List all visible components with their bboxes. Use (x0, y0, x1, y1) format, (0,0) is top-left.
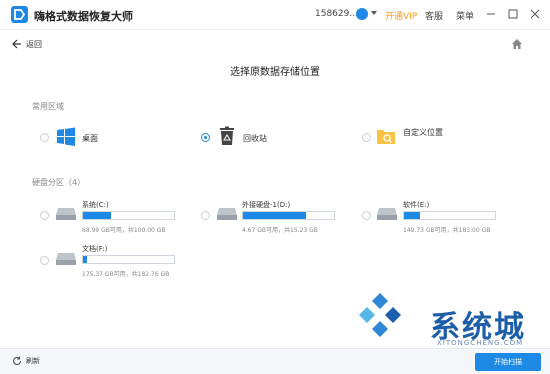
bottom-bar: 刷新 开始扫描 (0, 348, 550, 374)
home-icon[interactable] (511, 38, 523, 50)
vip-link[interactable]: 开通VIP (385, 9, 417, 22)
close-icon[interactable] (528, 7, 542, 21)
refresh-icon (13, 356, 22, 365)
radio-drive-f[interactable] (40, 256, 49, 265)
drive-info: 175.37 GB可用，共182.76 GB (82, 271, 170, 278)
maximize-icon[interactable] (506, 7, 520, 21)
title-bar: 嗨格式数据恢复大师 158629... 开通VIP 客服 菜单 (0, 0, 550, 30)
refresh-button[interactable]: 刷新 (12, 356, 40, 366)
drive-info: 68.99 GB可用，共100.00 GB (82, 227, 166, 234)
drive-name: 外接硬盘-1(D:) (242, 201, 291, 209)
location-label: 桌面 (82, 134, 98, 143)
chevron-down-icon[interactable] (371, 11, 377, 15)
drive-name: 文档(F:) (82, 245, 108, 253)
hard-drive-icon (56, 253, 76, 265)
start-scan-button[interactable]: 开始扫描 (475, 353, 541, 371)
drive-name: 系统(C:) (82, 201, 109, 209)
refresh-label: 刷新 (26, 357, 40, 365)
service-link[interactable]: 客服 (425, 9, 443, 22)
radio-custom[interactable] (362, 133, 371, 142)
drive-usage-bar (403, 211, 496, 220)
account-id[interactable]: 158629... (315, 9, 358, 19)
back-button[interactable]: 返回 (12, 38, 42, 50)
location-label: 回收站 (243, 134, 267, 143)
app-logo-icon (11, 6, 28, 23)
watermark-subtext: XITONGCHENG.COM (437, 339, 524, 347)
page-title: 选择原数据存储位置 (230, 67, 320, 78)
drive-usage-fill (243, 212, 306, 219)
radio-drive-d[interactable] (201, 211, 210, 220)
common-section-label: 常用区域 (32, 102, 64, 111)
drive-name: 软件(E:) (403, 201, 430, 209)
radio-drive-c[interactable] (40, 211, 49, 220)
location-label: 自定义位置 (403, 128, 443, 137)
back-label: 返回 (26, 39, 42, 49)
windows-icon (57, 127, 75, 146)
radio-recycle-bin[interactable] (201, 133, 210, 142)
hard-drive-icon (377, 208, 397, 220)
radio-desktop[interactable] (40, 133, 49, 142)
avatar[interactable] (356, 8, 368, 20)
radio-drive-e[interactable] (362, 211, 371, 220)
menu-link[interactable]: 菜单 (456, 9, 474, 22)
folder-search-icon (377, 130, 395, 144)
drive-info: 149.73 GB可用，共183.00 GB (403, 227, 491, 234)
drive-usage-fill (404, 212, 421, 219)
drive-usage-fill (83, 212, 112, 219)
drive-usage-bar (82, 211, 175, 220)
app-title: 嗨格式数据恢复大师 (34, 10, 133, 23)
arrow-left-icon (12, 39, 21, 49)
hard-drive-icon (217, 208, 237, 220)
drive-usage-bar (82, 255, 175, 264)
drive-usage-bar (242, 211, 335, 220)
drive-usage-fill (83, 256, 87, 263)
hard-drive-icon (56, 208, 76, 220)
minimize-icon[interactable] (484, 7, 498, 21)
drives-section-label: 硬盘分区（4） (32, 178, 86, 187)
recycle-bin-icon (220, 126, 234, 145)
drive-info: 4.67 GB可用，共15.23 GB (242, 227, 318, 234)
watermark-logo-icon (359, 293, 401, 337)
